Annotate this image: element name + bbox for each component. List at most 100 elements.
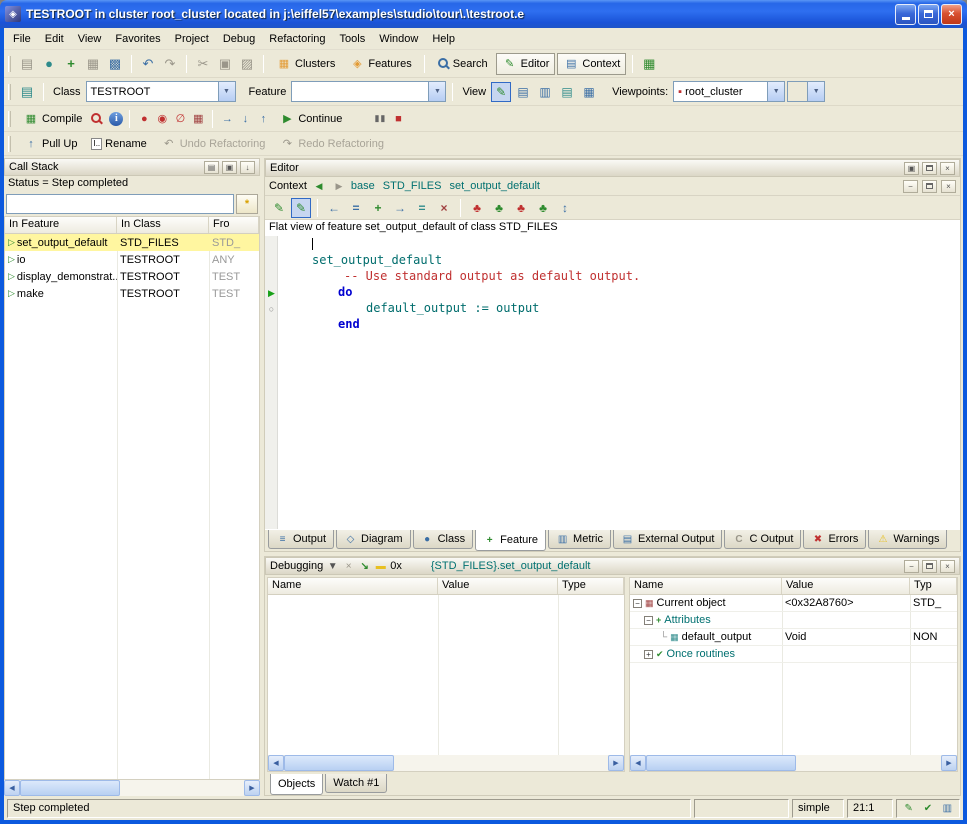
exception-handling-icon[interactable]: ↘ bbox=[358, 560, 371, 573]
stack-frame-row[interactable]: ▷display_demonstrat... TESTROOT TEST bbox=[5, 268, 259, 285]
tab-watch-1[interactable]: Watch #1 bbox=[325, 774, 387, 793]
menu-favorites[interactable]: Favorites bbox=[108, 31, 167, 47]
scrollbar-track[interactable] bbox=[20, 780, 244, 796]
cut-icon[interactable]: ✂ bbox=[193, 54, 213, 74]
context-close-button[interactable]: × bbox=[941, 180, 956, 193]
feature-combo-arrow-icon[interactable]: ▼ bbox=[428, 82, 445, 101]
history-forward-icon[interactable]: ▶ bbox=[331, 179, 347, 194]
breakpoint-slot-icon[interactable]: ○ bbox=[265, 304, 278, 314]
callers-icon[interactable]: ← bbox=[324, 198, 344, 218]
tab-feature[interactable]: +Feature bbox=[475, 530, 546, 551]
tab-warnings[interactable]: ⚠Warnings bbox=[868, 530, 947, 549]
breadcrumb-class[interactable]: STD_FILES bbox=[383, 180, 442, 192]
save-icon[interactable]: ▦ bbox=[83, 54, 103, 74]
stack-frame-row[interactable]: ▷make TESTROOT TEST bbox=[5, 285, 259, 302]
menu-window[interactable]: Window bbox=[372, 31, 425, 47]
col-from[interactable]: Fro bbox=[209, 217, 259, 233]
menu-edit[interactable]: Edit bbox=[38, 31, 71, 47]
editor-float-button[interactable]: ▣ bbox=[904, 162, 919, 175]
objects-hscrollbar[interactable]: ◀ ▶ bbox=[630, 755, 957, 771]
feature-combo[interactable]: ▼ bbox=[291, 81, 446, 102]
history-back-icon[interactable]: ◀ bbox=[311, 179, 327, 194]
menu-view[interactable]: View bbox=[71, 31, 109, 47]
call-stack-body[interactable]: ▷set_output_default STD_FILES STD_ ▷io T… bbox=[5, 234, 259, 779]
descendants-icon[interactable]: ♣ bbox=[489, 198, 509, 218]
new-file-icon[interactable]: ▤ bbox=[17, 54, 37, 74]
restore-button[interactable] bbox=[918, 4, 939, 25]
breadcrumb-feature[interactable]: set_output_default bbox=[449, 180, 540, 192]
expression-input[interactable] bbox=[6, 194, 234, 214]
stack-frame-row[interactable]: ▷io TESTROOT ANY bbox=[5, 251, 259, 268]
edit-class-icon[interactable]: ✎ bbox=[291, 198, 311, 218]
tab-objects[interactable]: Objects bbox=[270, 774, 323, 795]
tab-class[interactable]: ●Class bbox=[413, 530, 474, 549]
debug-close-tool-icon[interactable]: × bbox=[342, 560, 355, 573]
float-panel-button[interactable]: ▣ bbox=[222, 161, 237, 174]
col-in-class[interactable]: In Class bbox=[117, 217, 209, 233]
context-maximize-button[interactable] bbox=[922, 180, 937, 193]
scroll-left-icon[interactable]: ◀ bbox=[630, 755, 646, 771]
scroll-right-icon[interactable]: ▶ bbox=[244, 780, 260, 796]
undo-icon[interactable]: ↶ bbox=[138, 54, 158, 74]
watch-body[interactable] bbox=[268, 595, 624, 755]
scroll-right-icon[interactable]: ▶ bbox=[941, 755, 957, 771]
scrollbar-thumb[interactable] bbox=[284, 755, 394, 771]
pause-icon[interactable]: ▮▮ bbox=[372, 111, 388, 127]
watch-col-value[interactable]: Value bbox=[438, 578, 558, 594]
scrollbar-thumb[interactable] bbox=[646, 755, 796, 771]
step-into-icon[interactable]: ↓ bbox=[237, 111, 253, 127]
menu-refactoring[interactable]: Refactoring bbox=[262, 31, 332, 47]
debug-menu-arrow-icon[interactable]: ▼ bbox=[326, 560, 339, 573]
scroll-left-icon[interactable]: ◀ bbox=[4, 780, 20, 796]
copy-icon[interactable]: ▣ bbox=[215, 54, 235, 74]
tab-diagram[interactable]: ◇Diagram bbox=[336, 530, 411, 549]
context-minimize-button[interactable]: − bbox=[903, 180, 918, 193]
creations-icon[interactable]: × bbox=[434, 198, 454, 218]
debug-minimize-button[interactable]: − bbox=[904, 560, 919, 573]
save-layout-button[interactable]: ▤ bbox=[204, 161, 219, 174]
send-to-icon[interactable]: ▤ bbox=[17, 82, 37, 102]
col-in-feature[interactable]: In Feature bbox=[5, 217, 117, 233]
stack-frame-row[interactable]: ▷set_output_default STD_FILES STD_ bbox=[5, 234, 259, 251]
viewpoints-combo-arrow-icon[interactable]: ▼ bbox=[767, 82, 784, 101]
debug-close-button[interactable]: × bbox=[940, 560, 955, 573]
step-out-icon[interactable]: ↑ bbox=[255, 111, 271, 127]
view-basic-icon[interactable]: ✎ bbox=[491, 82, 511, 102]
tab-errors[interactable]: ✖Errors bbox=[803, 530, 866, 549]
close-button[interactable]: × bbox=[941, 4, 962, 25]
add-class-icon[interactable]: + bbox=[61, 54, 81, 74]
undo-refactoring-button[interactable]: ↶ Undo Refactoring bbox=[155, 133, 272, 155]
scrollbar-thumb[interactable] bbox=[20, 780, 120, 796]
code-editor[interactable]: set_output_default -- Use standard outpu… bbox=[278, 236, 960, 529]
pull-up-button[interactable]: ↑ Pull Up bbox=[17, 133, 83, 155]
call-stack-hscrollbar[interactable]: ◀ ▶ bbox=[4, 780, 260, 796]
redo-refactoring-button[interactable]: ↷ Redo Refactoring bbox=[273, 133, 390, 155]
expand-icon[interactable]: + bbox=[644, 650, 653, 659]
menu-debug[interactable]: Debug bbox=[216, 31, 262, 47]
debug-run-options-icon[interactable]: ◉ bbox=[154, 111, 170, 127]
menu-file[interactable]: File bbox=[6, 31, 38, 47]
scroll-right-icon[interactable]: ▶ bbox=[608, 755, 624, 771]
heirs-icon[interactable]: ♣ bbox=[533, 198, 553, 218]
clusters-button[interactable]: ▦ Clusters bbox=[270, 53, 341, 75]
ignore-breakpoints-icon[interactable]: ∅ bbox=[172, 111, 188, 127]
title-bar[interactable]: ◈ TESTROOT in cluster root_cluster locat… bbox=[0, 0, 967, 28]
view-contract-icon[interactable]: ▤ bbox=[557, 82, 577, 102]
collapse-icon[interactable]: − bbox=[644, 616, 653, 625]
scrollbar-track[interactable] bbox=[646, 755, 941, 771]
debug-run-icon[interactable]: ● bbox=[136, 111, 152, 127]
search-errors-icon[interactable] bbox=[90, 112, 103, 125]
scrollbar-track[interactable] bbox=[284, 755, 608, 771]
edit-feature-icon[interactable]: ✎ bbox=[269, 198, 289, 218]
parents-icon[interactable]: ♣ bbox=[511, 198, 531, 218]
view-clickable-icon[interactable]: ▤ bbox=[513, 82, 533, 102]
exports-icon[interactable]: ↕ bbox=[555, 198, 575, 218]
tree-row-current-object[interactable]: − ▦ Current object <0x32A8760> STD_ bbox=[630, 595, 957, 612]
breakpoint-gutter[interactable]: ▶ ○ bbox=[265, 236, 278, 529]
editor-maximize-button[interactable] bbox=[922, 162, 937, 175]
collapse-icon[interactable]: − bbox=[633, 599, 642, 608]
info-icon[interactable]: i bbox=[109, 112, 123, 126]
assignees-icon[interactable]: = bbox=[412, 198, 432, 218]
menu-project[interactable]: Project bbox=[168, 31, 216, 47]
step-over-icon[interactable]: → bbox=[219, 111, 235, 127]
